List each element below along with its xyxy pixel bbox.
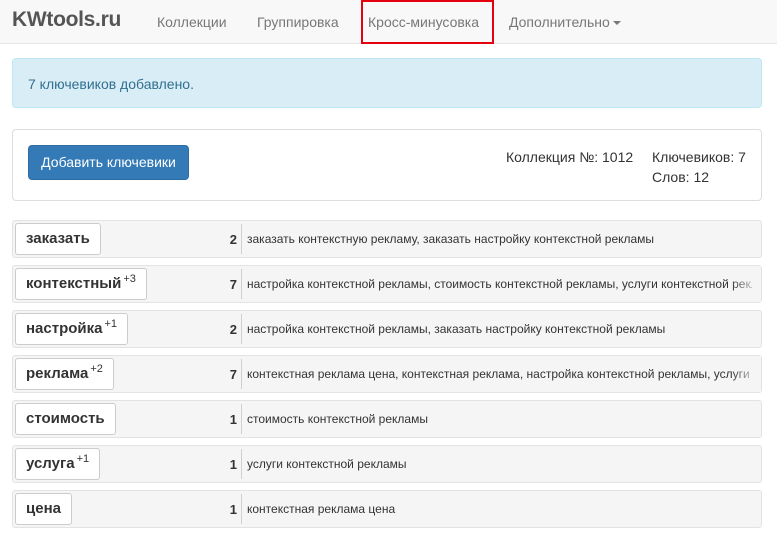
word-button[interactable]: стоимость [15,403,116,435]
collection-panel: Добавить ключевики Коллекция №: 1012 Клю… [12,129,762,201]
word-phrases: услуги контекстной рекламы [247,457,407,471]
word-label: контекстный [26,275,122,292]
collection-stats: Ключевиков: 7 Слов: 12 [652,147,746,187]
text-fade [731,266,761,302]
word-button[interactable]: заказать [15,223,101,255]
word-row: настройка +1 2 настройка контекстной рекл… [12,310,762,348]
nav-more-dropdown[interactable]: Дополнительно [509,14,621,30]
word-count: 2 [229,322,237,337]
nav-more-label: Дополнительно [509,14,610,30]
highlight-box [361,0,494,44]
word-row: услуга +1 1 услуги контекстной рекламы [12,445,762,483]
divider [241,359,242,389]
word-label: настройка [26,320,103,337]
word-phrases: настройка контекстной рекламы, заказать … [247,322,666,336]
word-label: цена [26,500,61,517]
word-button[interactable]: реклама +2 [15,358,114,390]
word-count: 1 [229,502,237,517]
nav-grouping[interactable]: Группировка [257,14,339,30]
word-row: стоимость 1 стоимость контекстной реклам… [12,400,762,438]
caret-down-icon [612,21,621,26]
word-button[interactable]: цена [15,493,72,525]
word-list: заказать 2 заказать контекстную рекламу,… [12,220,762,535]
word-phrases: контекстная реклама цена, контекстная ре… [247,367,750,381]
nav-collections[interactable]: Коллекции [157,14,227,30]
divider [241,314,242,344]
text-fade [731,356,761,392]
word-row: реклама +2 7 контекстная реклама цена, ко… [12,355,762,393]
navbar: KWtools.ru Коллекции Группировка Кросс-м… [0,0,777,44]
word-row: контекстный +3 7 настройка контекстной ре… [12,265,762,303]
keywords-count: Ключевиков: 7 [652,149,746,165]
add-keywords-button[interactable]: Добавить ключевики [28,145,189,180]
word-button[interactable]: услуга +1 [15,448,101,480]
word-phrases: заказать контекстную рекламу, заказать н… [247,232,655,246]
word-extra-badge: +2 [90,363,103,375]
word-button[interactable]: настройка +1 [15,313,129,345]
word-label: стоимость [26,410,105,427]
word-row: заказать 2 заказать контекстную рекламу,… [12,220,762,258]
word-label: заказать [26,230,90,247]
word-count: 1 [229,457,237,472]
collection-number: Коллекция №: 1012 [506,149,634,165]
word-phrases: контекстная реклама цена [247,502,396,516]
word-extra-badge: +1 [104,318,118,330]
divider [241,449,242,479]
word-label: услуга [26,455,75,472]
word-count: 7 [229,367,237,382]
word-phrases: настройка контекстной рекламы, стоимость… [247,277,752,291]
word-count: 7 [229,277,237,292]
alert-text: 7 ключевиков добавлено. [28,76,194,92]
word-extra-badge: +1 [76,453,90,465]
success-alert: 7 ключевиков добавлено. [12,58,762,108]
divider [241,404,242,434]
word-phrases: стоимость контекстной рекламы [247,412,428,426]
divider [241,224,242,254]
word-count: 1 [229,412,237,427]
word-label: реклама [26,365,89,382]
word-button[interactable]: контекстный +3 [15,268,147,300]
divider [241,494,242,524]
word-row: цена 1 контекстная реклама цена [12,490,762,528]
brand-logo[interactable]: KWtools.ru [12,8,121,32]
words-count: Слов: 12 [652,169,710,185]
word-count: 2 [229,232,237,247]
word-extra-badge: +3 [123,273,136,285]
divider [241,269,242,299]
